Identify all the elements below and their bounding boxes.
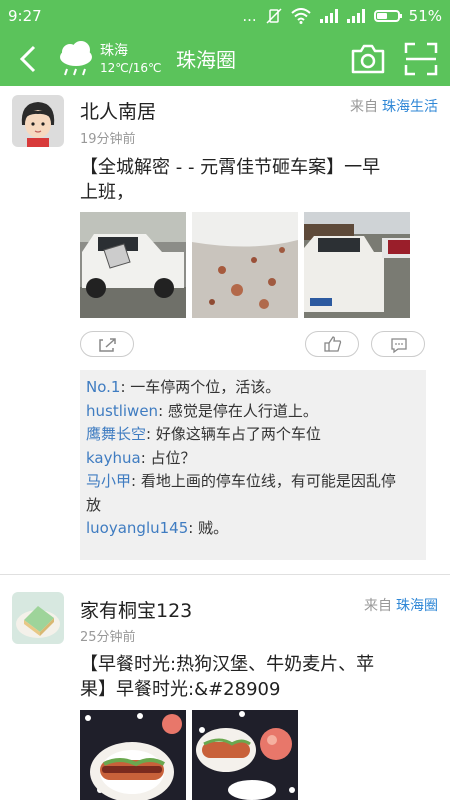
avatar[interactable]: [12, 592, 64, 644]
weather-temp: 12℃/16℃: [100, 61, 162, 75]
comment-text: 看地上画的停车位线，有可能是因乱停: [140, 472, 396, 490]
post-source: 来自 珠海圈: [364, 595, 438, 615]
post-image[interactable]: [192, 710, 298, 800]
author-name[interactable]: 北人南居: [80, 97, 156, 124]
comment-item[interactable]: hustliwen: 感觉是停在人行道上。: [86, 400, 420, 424]
post-text-line: 【早餐时光:热狗汉堡、牛奶麦片、苹: [80, 654, 375, 675]
status-bar: 9:27 ... 51%: [0, 0, 450, 32]
comment-item[interactable]: No.1: 一车停两个位，活该。: [86, 376, 420, 400]
back-arrow-icon[interactable]: [14, 42, 44, 76]
post-card: 北人南居 19分钟前 来自 珠海生活 【全城解密 - - 元霄佳节砸车案】一早 上…: [0, 86, 450, 576]
comment-list: No.1: 一车停两个位，活该。 hustliwen: 感觉是停在人行道上。 鹰…: [80, 370, 426, 560]
source-link[interactable]: 珠海圈: [396, 598, 438, 614]
status-time: 9:27: [8, 7, 42, 25]
post-divider: [0, 574, 450, 575]
comment-text: 贼。: [198, 519, 229, 537]
comment-user[interactable]: 马小甲: [86, 472, 131, 490]
source-link[interactable]: 珠海生活: [382, 99, 438, 115]
camera-icon[interactable]: [350, 42, 386, 76]
battery-percent: 51%: [408, 7, 442, 25]
post-card: 家有桐宝123 25分钟前 来自 珠海圈 【早餐时光:热狗汉堡、牛奶麦片、苹 果】…: [0, 576, 450, 800]
page-title: 珠海圈: [176, 48, 236, 72]
comment-user[interactable]: kayhua: [86, 449, 141, 467]
weather-widget[interactable]: 珠海 12℃/16℃: [56, 40, 166, 80]
post-source: 来自 珠海生活: [350, 96, 438, 116]
scan-icon[interactable]: [404, 42, 438, 76]
post-image[interactable]: [304, 212, 410, 318]
avatar-food-image: [12, 592, 64, 644]
comment-item[interactable]: luoyanglu145: 贼。: [86, 517, 420, 541]
avatar[interactable]: [12, 95, 64, 147]
avatar-cartoon-image: [12, 95, 64, 147]
author-name[interactable]: 家有桐宝123: [80, 596, 192, 623]
comment-user[interactable]: No.1: [86, 378, 120, 396]
comment-icon: [391, 338, 407, 354]
comment-user[interactable]: luoyanglu145: [86, 519, 188, 537]
source-prefix: 来自: [350, 99, 378, 115]
weather-city: 珠海: [100, 43, 128, 59]
comment-text: 一车停两个位，活该。: [130, 378, 281, 396]
post-text-line: 上班，: [80, 182, 134, 203]
signal-icon: [319, 9, 338, 23]
signal-icon-2: [346, 9, 365, 23]
battery-icon: [373, 10, 402, 22]
post-time: 25分钟前: [80, 630, 136, 645]
post-image[interactable]: [192, 212, 298, 318]
notification-dots-icon: ...: [242, 7, 257, 25]
comment-text-cont: 放: [86, 495, 102, 514]
share-icon: [99, 338, 116, 352]
battery-fill: [376, 13, 387, 19]
post-text-line: 【全城解密 - - 元霄佳节砸车案】一早: [80, 157, 381, 178]
comment-item[interactable]: 马小甲: 看地上画的停车位线，有可能是因乱停放: [86, 470, 420, 517]
comment-item[interactable]: kayhua: 占位？: [86, 447, 420, 471]
app-header: 珠海 12℃/16℃ 珠海圈: [0, 32, 450, 86]
comment-item[interactable]: 鹰舞长空: 好像这辆车占了两个车位: [86, 423, 420, 447]
comment-user[interactable]: hustliwen: [86, 402, 158, 420]
post-image[interactable]: [80, 710, 186, 800]
post-text-line: 果】早餐时光:&#28909: [80, 679, 281, 700]
wifi-icon: [290, 8, 311, 24]
source-prefix: 来自: [364, 598, 392, 614]
comment-text: 好像这辆车占了两个车位: [155, 425, 321, 443]
share-button[interactable]: [80, 331, 134, 357]
post-time: 19分钟前: [80, 132, 136, 147]
comment-text: 感觉是停在人行道上。: [167, 401, 318, 420]
comment-user[interactable]: 鹰舞长空: [86, 425, 146, 443]
vibrate-off-icon: [266, 8, 282, 24]
post-text[interactable]: 【全城解密 - - 元霄佳节砸车案】一早 上班，: [80, 155, 430, 205]
like-button[interactable]: [305, 331, 359, 357]
post-image[interactable]: [80, 212, 186, 318]
cloud-weather-icon: [60, 41, 92, 76]
thumbs-up-icon: [324, 336, 342, 352]
comment-text: 占位？: [150, 448, 196, 467]
post-text[interactable]: 【早餐时光:热狗汉堡、牛奶麦片、苹 果】早餐时光:&#28909: [80, 652, 430, 702]
comment-button[interactable]: [371, 331, 425, 357]
